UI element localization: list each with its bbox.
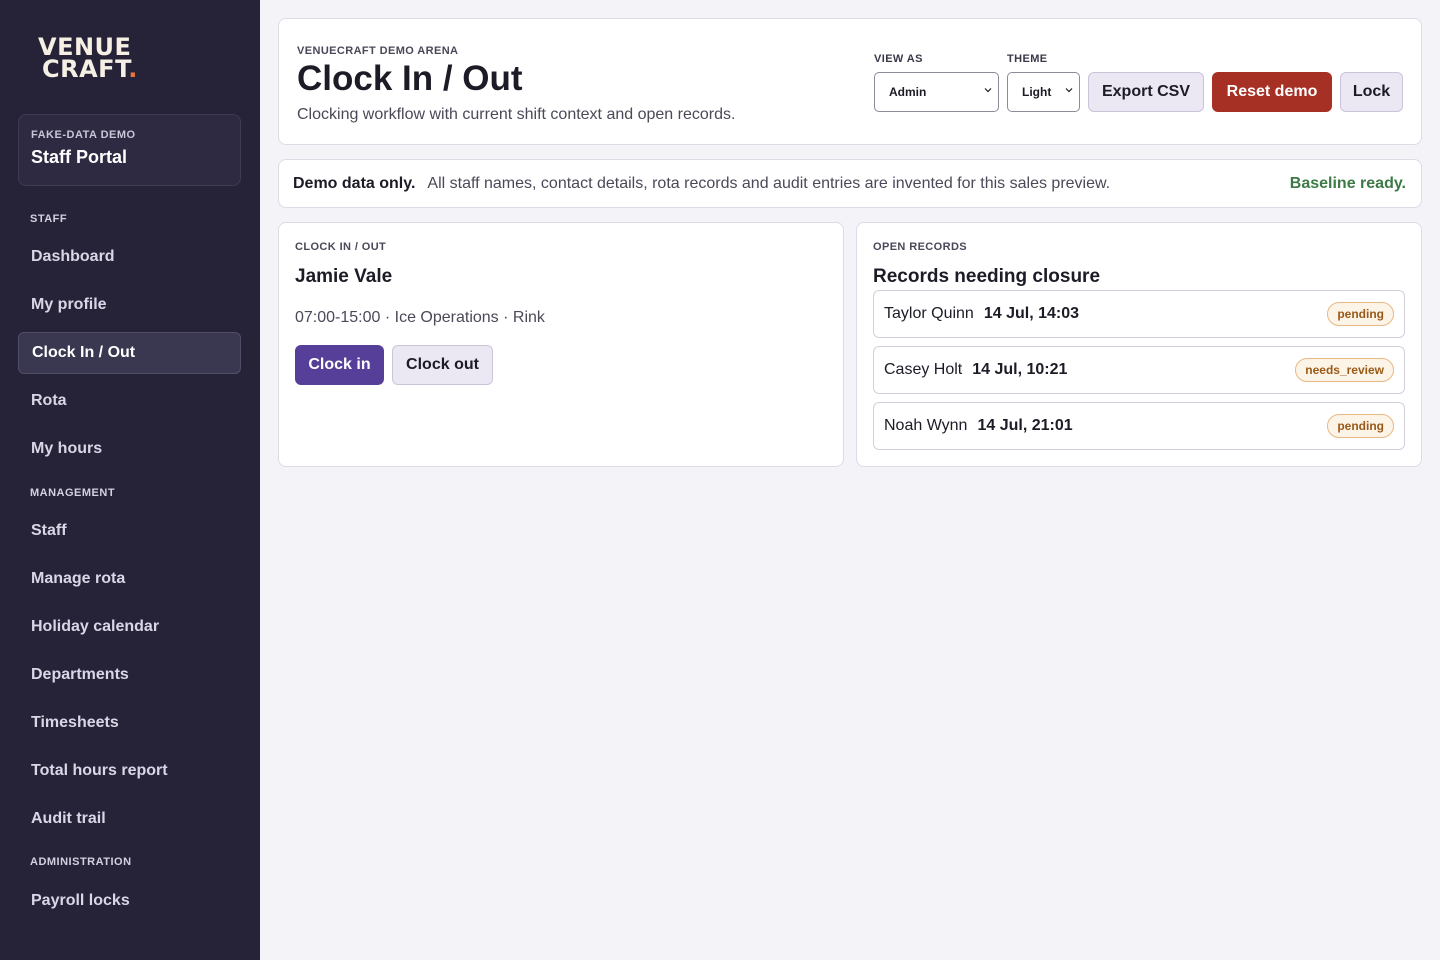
demo-banner: Demo data only. All staff names, contact…: [278, 159, 1422, 208]
record-time: 14 Jul, 10:21: [972, 361, 1068, 378]
banner-strong: Demo data only.: [293, 174, 416, 192]
record-name: Noah Wynn: [884, 417, 968, 434]
employee-name: Jamie Vale: [295, 266, 393, 287]
sidebar-item-total-hours-report[interactable]: Total hours report: [18, 750, 241, 792]
view-as-value: Admin: [889, 85, 927, 99]
record-time: 14 Jul, 14:03: [983, 305, 1079, 322]
view-as-label: VIEW AS: [874, 53, 923, 65]
record-row[interactable]: Taylor Quinn 14 Jul, 14:03 pending: [873, 290, 1405, 338]
record-time: 14 Jul, 21:01: [977, 417, 1073, 434]
status-badge: pending: [1327, 414, 1394, 438]
chevron-down-icon: [1065, 88, 1073, 93]
export-csv-button[interactable]: Export CSV: [1088, 72, 1204, 112]
portal-title: Staff Portal: [31, 147, 128, 167]
sidebar-item-payroll-locks[interactable]: Payroll locks: [18, 880, 241, 922]
record-row[interactable]: Casey Holt 14 Jul, 10:21 needs_review: [873, 346, 1405, 394]
sidebar-item-dashboard[interactable]: Dashboard: [18, 236, 241, 278]
page-subtitle: Clocking workflow with current shift con…: [297, 106, 736, 123]
sidebar-item-departments[interactable]: Departments: [18, 654, 241, 696]
portal-kicker: FAKE-DATA DEMO: [31, 129, 136, 141]
sidebar-item-rota[interactable]: Rota: [18, 380, 241, 422]
record-row[interactable]: Noah Wynn 14 Jul, 21:01 pending: [873, 402, 1405, 450]
clock-panel: CLOCK IN / OUT Jamie Vale 07:00-15:00 · …: [278, 222, 844, 467]
record-name: Taylor Quinn: [884, 305, 974, 322]
page-header: VENUECRAFT DEMO ARENA Clock In / Out Clo…: [278, 18, 1422, 145]
status-badge: needs_review: [1295, 358, 1394, 382]
sidebar-item-timesheets[interactable]: Timesheets: [18, 702, 241, 744]
banner-text: All staff names, contact details, rota r…: [427, 174, 1111, 192]
theme-value: Light: [1022, 85, 1052, 99]
sidebar-item-manage-rota[interactable]: Manage rota: [18, 558, 241, 600]
logo-dot: .: [128, 55, 138, 84]
sidebar: VENUE CRAFT. FAKE-DATA DEMO Staff Portal…: [0, 0, 260, 960]
nav-section-staff: STAFF: [30, 213, 68, 225]
baseline-status: Baseline ready.: [1289, 174, 1406, 192]
records-panel: OPEN RECORDS Records needing closure Tay…: [856, 222, 1422, 467]
sidebar-item-my-profile[interactable]: My profile: [18, 284, 241, 326]
sidebar-item-holiday-calendar[interactable]: Holiday calendar: [18, 606, 241, 648]
nav-section-management: MANAGEMENT: [30, 487, 116, 499]
sidebar-item-staff[interactable]: Staff: [18, 510, 241, 552]
theme-select[interactable]: Light: [1007, 72, 1080, 112]
clock-in-button[interactable]: Clock in: [295, 345, 384, 385]
portal-card: FAKE-DATA DEMO Staff Portal: [18, 114, 241, 186]
reset-demo-button[interactable]: Reset demo: [1212, 72, 1332, 112]
record-name: Casey Holt: [884, 361, 963, 378]
sidebar-item-clock-in-out[interactable]: Clock In / Out: [18, 332, 241, 374]
lock-button[interactable]: Lock: [1340, 72, 1403, 112]
page-title: Clock In / Out: [297, 59, 523, 98]
venuecraft-logo[interactable]: VENUE CRAFT.: [38, 35, 138, 84]
clock-out-button[interactable]: Clock out: [392, 345, 493, 385]
status-badge: pending: [1327, 302, 1394, 326]
view-as-select[interactable]: Admin: [874, 72, 999, 112]
nav-section-administration: ADMINISTRATION: [30, 856, 132, 868]
sidebar-item-audit-trail[interactable]: Audit trail: [18, 798, 241, 840]
clock-panel-kicker: CLOCK IN / OUT: [295, 241, 387, 253]
logo-line-2: CRAFT: [42, 55, 129, 84]
shift-info: 07:00-15:00 · Ice Operations · Rink: [295, 309, 545, 326]
records-panel-title: Records needing closure: [873, 266, 1101, 287]
theme-label: THEME: [1007, 53, 1048, 65]
venue-eyebrow: VENUECRAFT DEMO ARENA: [297, 45, 459, 57]
sidebar-item-my-hours[interactable]: My hours: [18, 428, 241, 470]
records-panel-kicker: OPEN RECORDS: [873, 241, 968, 253]
chevron-down-icon: [984, 88, 992, 93]
